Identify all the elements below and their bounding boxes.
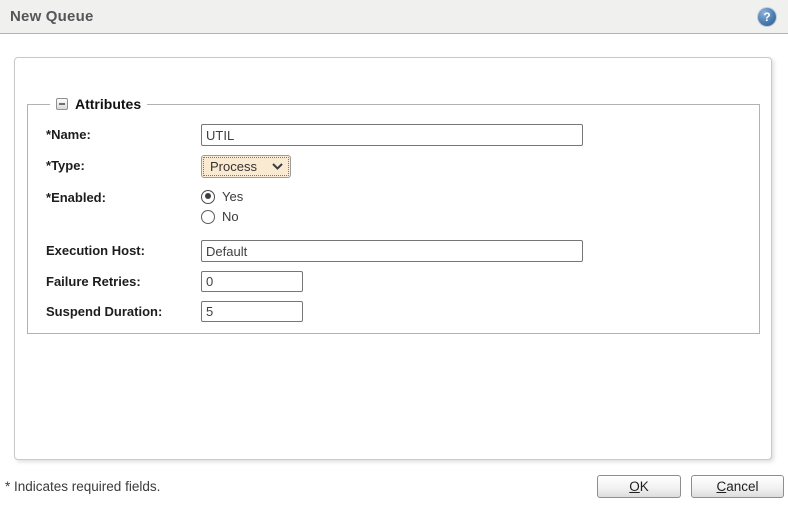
suspend-duration-label: Suspend Duration: bbox=[46, 301, 201, 319]
enabled-label: *Enabled: bbox=[46, 187, 201, 205]
execution-host-label: Execution Host: bbox=[46, 240, 201, 258]
footer-buttons: OK Cancel bbox=[597, 475, 784, 498]
name-label: *Name: bbox=[46, 124, 201, 142]
required-fields-note: * Indicates required fields. bbox=[5, 479, 160, 494]
attributes-legend: Attributes bbox=[50, 96, 147, 112]
ok-button[interactable]: OK bbox=[597, 475, 681, 498]
type-label: *Type: bbox=[46, 155, 201, 173]
enabled-radio-group: Yes No bbox=[201, 187, 243, 224]
title-bar: New Queue ? bbox=[0, 0, 788, 34]
radio-no-icon[interactable] bbox=[201, 210, 215, 224]
suspend-duration-input[interactable] bbox=[201, 301, 303, 322]
enabled-row: *Enabled: Yes No bbox=[46, 187, 759, 224]
execution-host-input[interactable] bbox=[201, 240, 583, 262]
enabled-no-option[interactable]: No bbox=[201, 209, 243, 224]
chevron-down-icon bbox=[272, 163, 283, 170]
type-select[interactable]: Process bbox=[201, 155, 291, 178]
help-icon[interactable]: ? bbox=[758, 8, 776, 26]
failure-retries-row: Failure Retries: bbox=[46, 271, 759, 292]
enabled-yes-option[interactable]: Yes bbox=[201, 189, 243, 204]
execution-host-row: Execution Host: bbox=[46, 240, 759, 262]
collapse-section-icon[interactable] bbox=[56, 98, 68, 110]
section-title: Attributes bbox=[75, 96, 141, 112]
name-row: *Name: bbox=[46, 124, 759, 146]
failure-retries-label: Failure Retries: bbox=[46, 271, 201, 289]
failure-retries-input[interactable] bbox=[201, 271, 303, 292]
type-row: *Type: Process bbox=[46, 155, 759, 178]
form-panel: Attributes *Name: *Type: Process *Enable… bbox=[14, 57, 772, 460]
footer: * Indicates required fields. OK Cancel bbox=[0, 460, 788, 498]
page-title: New Queue bbox=[10, 8, 94, 25]
radio-no-label: No bbox=[222, 209, 239, 224]
type-select-value: Process bbox=[210, 159, 257, 174]
radio-yes-icon[interactable] bbox=[201, 190, 215, 204]
name-input[interactable] bbox=[201, 124, 583, 146]
suspend-duration-row: Suspend Duration: bbox=[46, 301, 759, 322]
radio-yes-label: Yes bbox=[222, 189, 243, 204]
cancel-button[interactable]: Cancel bbox=[691, 475, 784, 498]
attributes-section: Attributes *Name: *Type: Process *Enable… bbox=[27, 96, 760, 334]
